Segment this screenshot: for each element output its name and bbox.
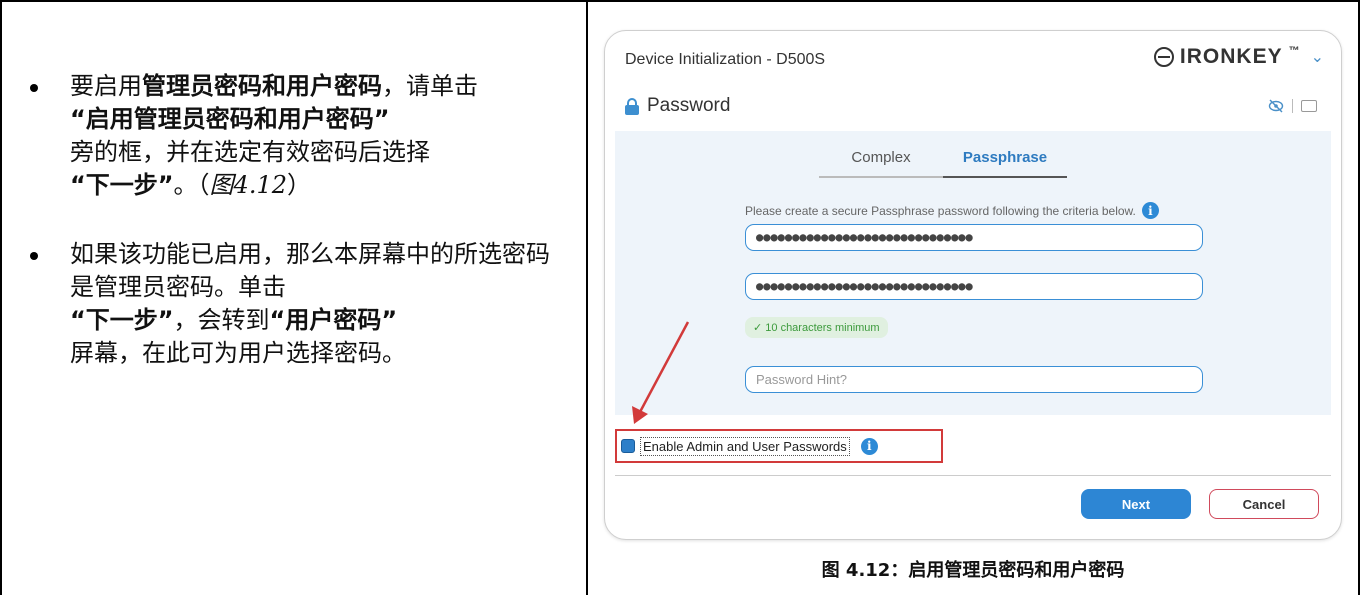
text-run: ） [286,171,311,199]
password-type-tabs: Complex Passphrase [819,149,1067,178]
text-run: ，会转到 [173,306,270,334]
column-divider [586,0,588,595]
ironkey-logo[interactable]: IRONKEY ™ ⌄ [1153,45,1325,69]
password-panel: Complex Passphrase Please create a secur… [615,131,1331,415]
enable-admin-user-checkbox[interactable] [621,439,635,453]
text-run: 旁的框，并在选定有效密码后选择 [70,138,430,166]
hide-password-icon[interactable] [1268,99,1284,113]
cancel-button[interactable]: Cancel [1209,489,1319,519]
logo-text: IRONKEY [1179,45,1283,68]
bullet-icon [30,252,38,260]
bold-run: “下一步” [70,306,174,334]
text-run: ，请单击 [382,72,478,100]
info-icon[interactable]: i [1141,202,1159,219]
figure-reference: 图4.12 [209,171,287,199]
bold-run: “用户密码” [269,306,398,334]
tab-passphrase[interactable]: Passphrase [943,149,1067,178]
figure-caption: 图 4.12：启用管理员密码和用户密码 [821,560,1125,581]
instructions-column: 要启用管理员密码和用户密码，请单击 “启用管理员密码和用户密码” 旁的框，并在选定有… [30,70,550,406]
device-initialization-dialog: Device Initialization - D500S IRONKEY ™ ⌄… [604,30,1342,540]
bullet-icon [30,84,38,92]
password-hint-input[interactable]: Password Hint? [745,366,1203,393]
trademark: ™ [1288,45,1301,57]
criteria-text-row: Please create a secure Passphrase passwo… [745,202,1159,219]
footer-divider [615,475,1331,476]
section-title: Password [647,95,731,116]
text-run: 。（ [173,171,210,199]
instruction-item-1: 要启用管理员密码和用户密码，请单击 “启用管理员密码和用户密码” 旁的框，并在选定有… [30,70,550,202]
bold-run: “启用管理员密码和用户密码” [70,105,390,133]
bold-run: “下一步” [70,171,174,199]
criteria-text: Please create a secure Passphrase passwo… [745,203,1136,218]
bold-run: 管理员密码和用户密码 [142,72,382,100]
pointer-arrow-icon [632,321,690,424]
next-button[interactable]: Next [1081,489,1191,519]
chevron-down-icon[interactable]: ⌄ [1311,47,1325,67]
keyboard-icon[interactable] [1301,100,1317,112]
info-icon[interactable]: i [860,437,878,455]
dialog-title: Device Initialization - D500S [625,51,826,68]
enable-admin-user-label[interactable]: Enable Admin and User Passwords [640,436,850,456]
text-run: 如果该功能已启用，那么本屏幕中的所选密码是管理员密码。单击 [70,240,550,301]
ironkey-mark-icon [1153,47,1174,67]
text-run: 要启用 [70,72,142,100]
toolbar-divider [1292,99,1293,113]
password-input[interactable]: ●●●●●●●●●●●●●●●●●●●●●●●●●●●●●● [745,224,1203,251]
instruction-item-2: 如果该功能已启用，那么本屏幕中的所选密码是管理员密码。单击 “下一步”，会转到“用… [30,238,550,370]
text-run: 屏幕，在此可为用户选择密码。 [70,339,406,367]
toolbar [1268,99,1317,113]
requirement-badge: ✓ 10 characters minimum [745,317,888,338]
tab-complex[interactable]: Complex [819,149,943,178]
enable-admin-user-row: Enable Admin and User Passwords i [615,429,943,463]
lock-icon [625,97,639,115]
confirm-password-input[interactable]: ●●●●●●●●●●●●●●●●●●●●●●●●●●●●●● [745,273,1203,300]
password-section-header: Password [625,95,730,117]
